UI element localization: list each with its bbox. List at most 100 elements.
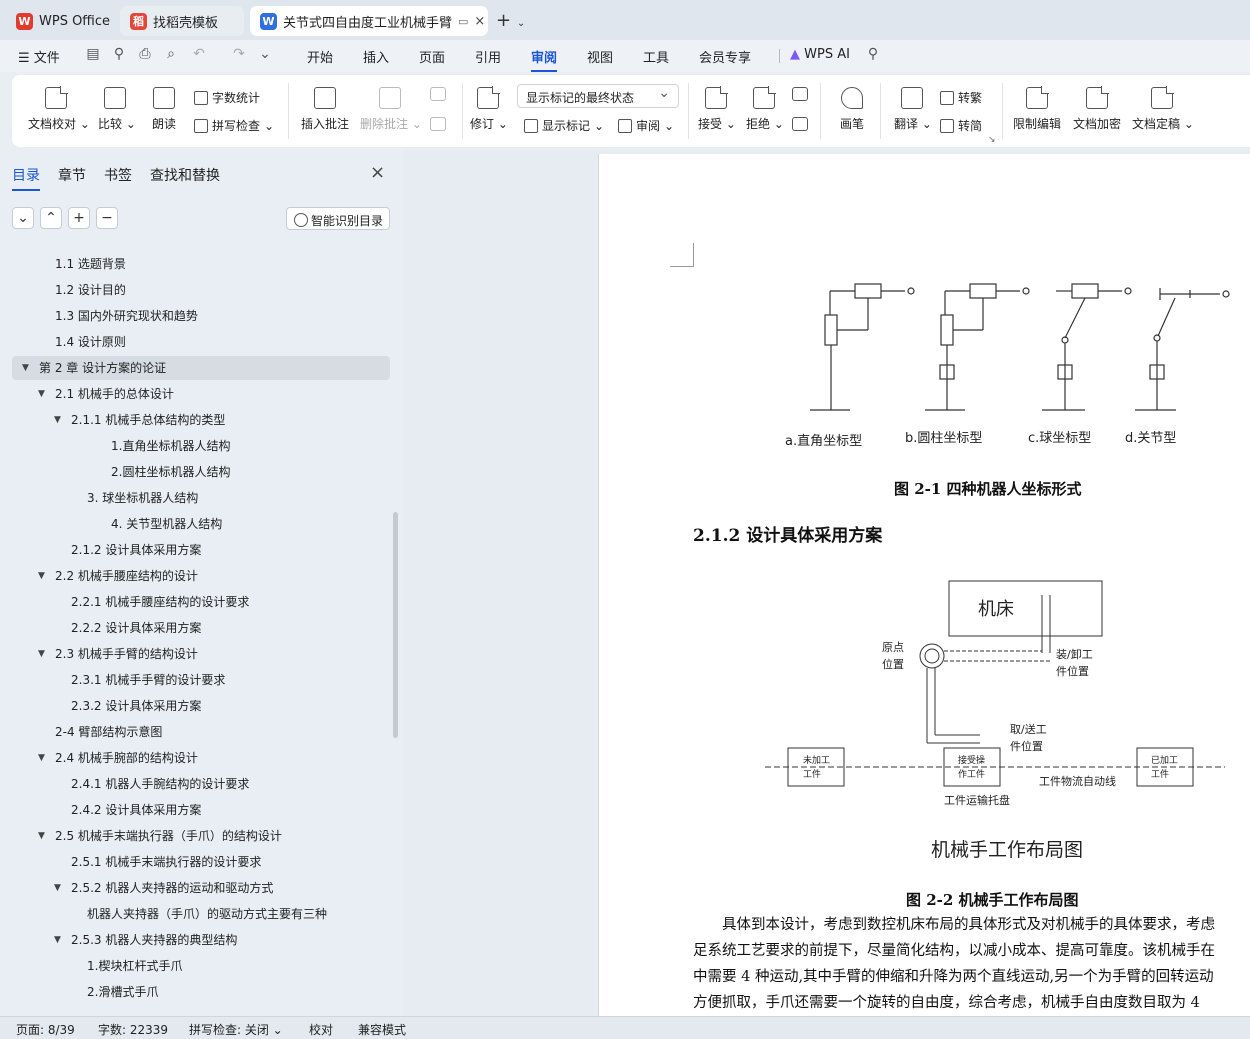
to-simplified-button[interactable]: 转简 — [940, 117, 982, 134]
toc-item[interactable]: 机器人夹持器（手爪）的驱动方式主要有三种 — [12, 902, 390, 926]
accept-button[interactable]: 接受 ⌄ — [698, 86, 736, 132]
minus-icon[interactable]: − — [96, 207, 118, 229]
expand-arrow-icon[interactable]: ▼ — [38, 642, 45, 666]
search-icon[interactable]: ⚲ — [864, 46, 882, 64]
chevron-up-icon[interactable]: ⌃ — [40, 207, 62, 229]
menu-member[interactable]: 会员专享 — [699, 47, 751, 66]
chevron-down-icon[interactable]: ⌄ — [12, 207, 34, 229]
tab-document[interactable]: W 关节式四自由度工业机械手臂 ▭ × — [250, 6, 488, 36]
toc-item[interactable]: 2.滑槽式手爪 — [12, 980, 390, 1004]
toc-item[interactable]: 2.3.2 设计具体采用方案 — [12, 694, 390, 718]
toc-item[interactable]: 4. 关节型机器人结构 — [12, 512, 390, 536]
menu-start[interactable]: 开始 — [307, 47, 333, 66]
toc-item[interactable]: 2.5.1 机械手末端执行器的设计要求 — [12, 850, 390, 874]
tab-toc[interactable]: 目录 — [12, 165, 40, 191]
file-menu[interactable]: ☰ 文件 — [18, 47, 60, 66]
window-icon[interactable]: ▭ — [458, 15, 468, 28]
expand-arrow-icon[interactable]: ▼ — [38, 564, 45, 588]
translate-button[interactable]: 翻译 ⌄ — [894, 87, 932, 132]
expand-arrow-icon[interactable]: ▼ — [38, 382, 45, 406]
toc-item[interactable]: 2.2.2 设计具体采用方案 — [12, 616, 390, 640]
add-icon[interactable]: + — [68, 207, 90, 229]
toc-item[interactable]: 2.2.1 机械手腰座结构的设计要求 — [12, 590, 390, 614]
word-count-indicator[interactable]: 字数: 22339 — [98, 1021, 168, 1038]
track-changes-button[interactable]: 修订 ⌄ — [470, 86, 508, 132]
markup-state-select[interactable]: 显示标记的最终状态 — [517, 84, 679, 108]
word-count-button[interactable]: 字数统计 — [194, 89, 260, 106]
toc-item[interactable]: 2.1.2 设计具体采用方案 — [12, 538, 390, 562]
toc-item[interactable]: 1.3 国内外研究现状和趋势 — [12, 304, 390, 328]
toc-item[interactable]: 1.4 设计原则 — [12, 330, 390, 354]
print-preview-icon[interactable]: ⌕ — [162, 46, 180, 64]
close-icon[interactable]: × — [370, 162, 385, 183]
toc-item[interactable]: ▼ 2.2 机械手腰座结构的设计 — [12, 564, 390, 588]
proofread-button[interactable]: 文档校对 ⌄ — [28, 86, 90, 132]
next-revision-button[interactable] — [790, 117, 810, 137]
toc-item[interactable]: 2.圆柱坐标机器人结构 — [12, 460, 390, 484]
toc-item[interactable]: ▼ 2.4 机械手腕部的结构设计 — [12, 746, 390, 770]
expand-arrow-icon[interactable]: ▼ — [38, 746, 45, 770]
next-comment-button[interactable] — [428, 117, 448, 137]
tab-wps-office[interactable]: W WPS Office — [6, 6, 116, 36]
expand-arrow-icon[interactable]: ▼ — [38, 824, 45, 848]
tab-bookmarks[interactable]: 书签 — [104, 165, 132, 185]
print-icon[interactable]: ⎙ — [136, 46, 154, 64]
spell-check-status[interactable]: 拼写检查: 关闭 ⌄ — [189, 1021, 283, 1038]
more-icon[interactable]: ⌄ — [256, 46, 274, 64]
scrollbar[interactable] — [393, 512, 398, 738]
compare-button[interactable]: 比较 ⌄ — [98, 87, 136, 132]
toc-item[interactable]: 1.1 选题背景 — [12, 252, 390, 276]
toc-item[interactable]: ▼ 2.5 机械手末端执行器（手爪）的结构设计 — [12, 824, 390, 848]
toc-item[interactable]: ▼ 2.5.2 机器人夹持器的运动和驱动方式 — [12, 876, 390, 900]
chevron-down-icon[interactable]: ⌄ — [517, 18, 525, 29]
share-icon[interactable]: ⚲ — [110, 46, 128, 64]
tab-chapters[interactable]: 章节 — [58, 165, 86, 185]
insert-comment-button[interactable]: 插入批注 — [300, 87, 350, 132]
menu-insert[interactable]: 插入 — [363, 47, 389, 66]
menu-tools[interactable]: 工具 — [643, 47, 669, 66]
encrypt-button[interactable]: 文档加密 — [1072, 86, 1122, 132]
tab-template[interactable]: 稻 找稻壳模板 — [120, 6, 244, 36]
prev-revision-button[interactable] — [790, 87, 810, 107]
toc-item[interactable]: ▼ 2.3 机械手手臂的结构设计 — [12, 642, 390, 666]
expand-arrow-icon[interactable]: ▼ — [54, 408, 61, 432]
save-icon[interactable]: ▤ — [84, 46, 102, 64]
prev-comment-button[interactable] — [428, 87, 448, 107]
reject-button[interactable]: 拒绝 ⌄ — [746, 86, 784, 132]
smart-toc-button[interactable]: 智能识别目录 — [286, 207, 390, 230]
toc-item[interactable]: 2-4 臂部结构示意图 — [12, 720, 390, 744]
toc-item[interactable]: 2.4.1 机器人手腕结构的设计要求 — [12, 772, 390, 796]
menu-view[interactable]: 视图 — [587, 47, 613, 66]
toc-item[interactable]: 1.楔块杠杆式手爪 — [12, 954, 390, 978]
toc-item[interactable]: ▼ 2.1 机械手的总体设计 — [12, 382, 390, 406]
to-traditional-button[interactable]: 转繁 — [940, 89, 982, 106]
toc-item[interactable]: 3. 球坐标机器人结构 — [12, 486, 390, 510]
toc-item[interactable]: 2.4.2 设计具体采用方案 — [12, 798, 390, 822]
expand-arrow-icon[interactable]: ▼ — [54, 876, 61, 900]
redo-icon[interactable]: ↷ — [230, 46, 248, 64]
expand-arrow-icon[interactable]: ▼ — [22, 356, 29, 380]
tab-find-replace[interactable]: 查找和替换 — [150, 165, 220, 185]
toc-item[interactable]: 2.3.1 机械手手臂的设计要求 — [12, 668, 390, 692]
menu-reference[interactable]: 引用 — [475, 47, 501, 66]
proof-status[interactable]: 校对 — [309, 1021, 333, 1038]
close-tab-icon[interactable]: × — [474, 14, 485, 29]
expand-icon[interactable]: ↘ — [988, 135, 996, 145]
review-pane-button[interactable]: 审阅 ⌄ — [618, 117, 674, 134]
restrict-edit-button[interactable]: 限制编辑 — [1012, 86, 1062, 132]
wps-ai-button[interactable]: ▲ WPS AI — [790, 47, 850, 62]
toc-item[interactable]: ▼ 2.5.3 机器人夹持器的典型结构 — [12, 928, 390, 952]
show-markup-button[interactable]: 显示标记 ⌄ — [524, 117, 604, 134]
read-aloud-button[interactable]: 朗读 — [150, 87, 178, 132]
menu-page[interactable]: 页面 — [419, 47, 445, 66]
new-tab-button[interactable]: + ⌄ — [496, 10, 525, 31]
delete-comment-button[interactable]: 删除批注 ⌄ — [360, 87, 422, 132]
toc-item[interactable]: ▼ 第 2 章 设计方案的论证 — [12, 356, 390, 380]
expand-arrow-icon[interactable]: ▼ — [54, 928, 61, 952]
finalize-button[interactable]: 文档定稿 ⌄ — [1132, 86, 1194, 132]
spell-check-button[interactable]: 拼写检查 ⌄ — [194, 117, 274, 134]
page-indicator[interactable]: 页面: 8/39 — [16, 1021, 75, 1038]
toc-item[interactable]: 1.2 设计目的 — [12, 278, 390, 302]
undo-icon[interactable]: ↶ — [190, 46, 208, 64]
toc-item[interactable]: 1.直角坐标机器人结构 — [12, 434, 390, 458]
